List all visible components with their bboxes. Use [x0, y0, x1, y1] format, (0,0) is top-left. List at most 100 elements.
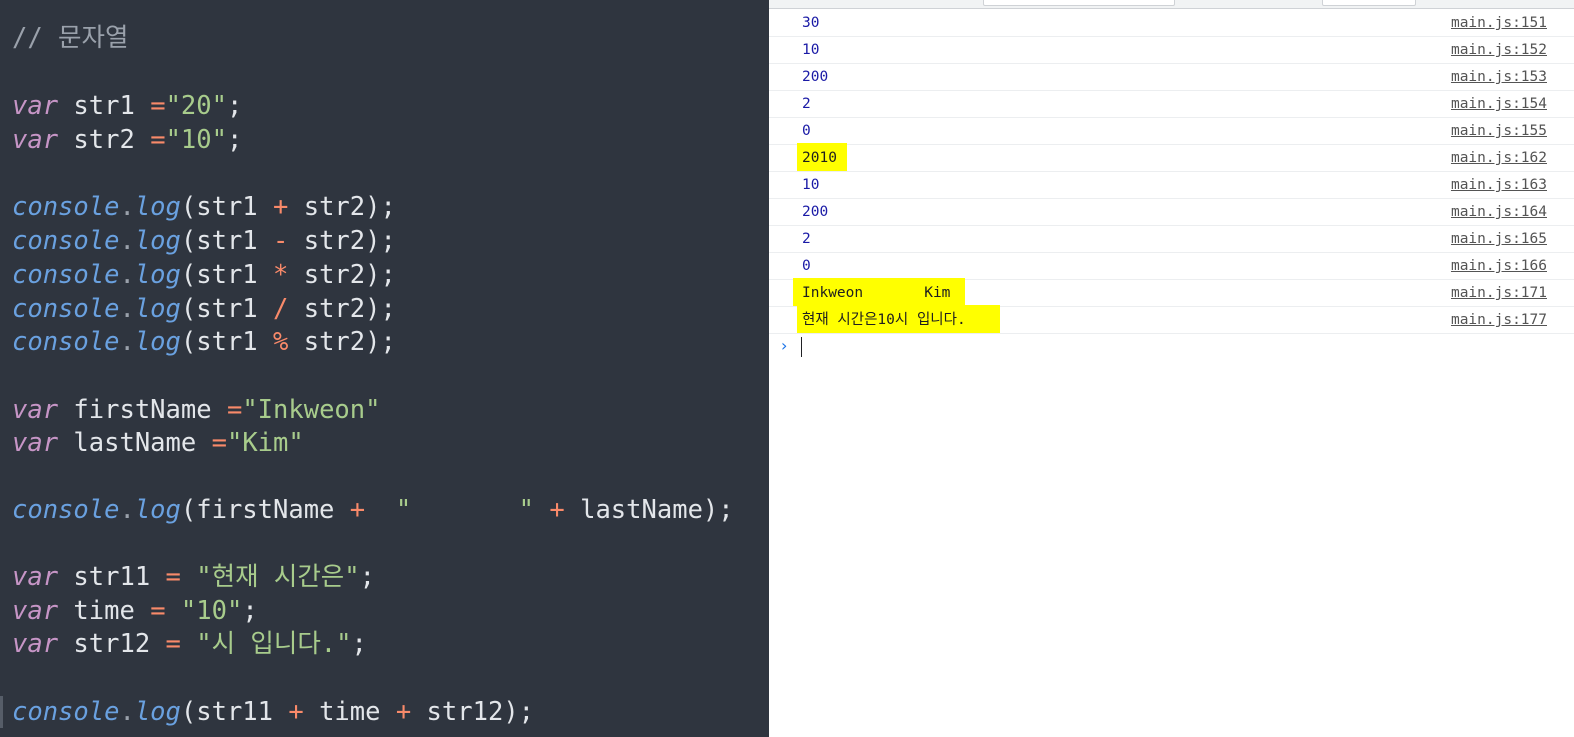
assign-operator: =	[165, 562, 181, 592]
console-message: 10 main.js:163	[769, 171, 1574, 199]
semicolon: ;	[359, 562, 375, 592]
console-message: 0 main.js:155	[769, 117, 1574, 145]
console-value: 0	[802, 258, 811, 274]
assign-operator: =	[150, 125, 166, 155]
identifier: str12	[73, 629, 151, 659]
source-link[interactable]: main.js:151	[1451, 14, 1547, 32]
source-link[interactable]: main.js:177	[1451, 311, 1547, 329]
assign-operator: =	[150, 596, 166, 626]
string-literal: "현재 시간은"	[196, 562, 360, 592]
keyword-var: var	[12, 91, 59, 121]
log-function: log	[134, 495, 181, 525]
log-args: (str11 + time + str12);	[181, 697, 534, 727]
string-literal: " "	[395, 495, 535, 525]
log-function: log	[134, 697, 181, 727]
source-link[interactable]: main.js:162	[1451, 149, 1547, 167]
console-message: 2 main.js:154	[769, 90, 1574, 118]
current-line-marker	[0, 696, 3, 728]
code-line-firstname: var firstName ="Inkweon"	[12, 393, 380, 427]
source-link[interactable]: main.js:166	[1451, 257, 1547, 275]
console-message-highlighted: 현재 시간은10시 입니다. main.js:177	[769, 305, 1574, 334]
log-function: log	[134, 192, 181, 222]
semicolon: ;	[226, 125, 243, 155]
code-token: lastName);	[564, 495, 734, 525]
log-function: log	[134, 260, 181, 290]
console-object: console	[12, 260, 120, 290]
code-line-log-time: console.log(str11 + time + str12);	[12, 695, 534, 729]
keyword-var: var	[12, 562, 59, 592]
source-link[interactable]: main.js:165	[1451, 230, 1547, 248]
code-token: str2);	[288, 294, 396, 324]
console-input-caret[interactable]	[801, 337, 802, 357]
source-link[interactable]: main.js:154	[1451, 95, 1547, 113]
console-message: 200 main.js:164	[769, 198, 1574, 226]
string-literal: "시 입니다."	[196, 629, 352, 659]
assign-operator: =	[150, 91, 166, 121]
keyword-var: var	[12, 629, 59, 659]
code-line-log-fullname: console.log(firstName + " " + lastName);	[12, 493, 734, 527]
console-value: 현재 시간은10시 입니다.	[802, 312, 966, 328]
source-link[interactable]: main.js:163	[1451, 176, 1547, 194]
source-link[interactable]: main.js:155	[1451, 122, 1547, 140]
code-line-str12: var str12 = "시 입니다.";	[12, 627, 367, 661]
log-args: (str1 % str2);	[181, 327, 396, 357]
string-literal: "Kim"	[226, 428, 304, 458]
code-token: (str1	[180, 294, 274, 324]
assign-operator: =	[211, 428, 227, 458]
code-token: (str1	[180, 260, 274, 290]
console-value: 2010	[802, 150, 837, 166]
dot: .	[119, 697, 135, 727]
string-literal: "20"	[165, 91, 227, 121]
assign-operator: =	[165, 629, 181, 659]
identifier: firstName	[73, 395, 212, 425]
identifier: str2	[73, 125, 135, 155]
operator: *	[273, 260, 289, 290]
identifier: time	[73, 596, 135, 626]
devtools-console[interactable]: 30 main.js:151 10 main.js:152 200 main.j…	[769, 0, 1574, 737]
semicolon: ;	[351, 629, 367, 659]
code-editor[interactable]: // 문자열 var str1 ="20"; var str2 ="10"; c…	[0, 0, 769, 737]
console-value: 200	[802, 204, 829, 220]
source-link[interactable]: main.js:171	[1451, 284, 1547, 302]
source-link[interactable]: main.js:152	[1451, 41, 1547, 59]
log-function: log	[134, 327, 181, 357]
log-level-dropdown[interactable]	[1322, 0, 1416, 6]
console-object: console	[12, 192, 120, 222]
console-message: 200 main.js:153	[769, 63, 1574, 91]
source-link[interactable]: main.js:164	[1451, 203, 1547, 221]
code-line-log-plus: console.log(str1 + str2);	[12, 190, 396, 224]
identifier: lastName	[73, 428, 197, 458]
log-args: (str1 * str2);	[181, 260, 396, 290]
console-object: console	[12, 327, 120, 357]
dot: .	[119, 192, 135, 222]
code-line-log-mult: console.log(str1 * str2);	[12, 258, 396, 292]
filter-input[interactable]	[983, 0, 1175, 6]
operator: /	[273, 294, 289, 324]
dot: .	[119, 226, 135, 256]
operator: +	[395, 697, 412, 727]
code-line-log-mod: console.log(str1 % str2);	[12, 325, 396, 359]
dot: .	[119, 327, 135, 357]
code-token: time	[303, 697, 396, 727]
identifier: str1	[73, 91, 135, 121]
operator: +	[273, 192, 289, 222]
console-value: 2	[802, 231, 811, 247]
console-object: console	[12, 294, 120, 324]
keyword-var: var	[12, 395, 59, 425]
dot: .	[119, 260, 135, 290]
code-token: (str1	[180, 192, 274, 222]
log-args: (str1 + str2);	[181, 192, 396, 222]
source-link[interactable]: main.js:153	[1451, 68, 1547, 86]
console-message: 0 main.js:166	[769, 252, 1574, 280]
keyword-var: var	[12, 125, 59, 155]
code-token: str12);	[411, 697, 535, 727]
identifier: str11	[73, 562, 151, 592]
console-value: Inkweon Kim	[802, 285, 951, 301]
log-function: log	[134, 294, 181, 324]
assign-operator: =	[226, 395, 243, 425]
code-line-str2: var str2 ="10";	[12, 123, 242, 157]
string-literal: "10"	[165, 125, 227, 155]
operator: +	[349, 495, 366, 525]
code-token: str2);	[288, 226, 396, 256]
